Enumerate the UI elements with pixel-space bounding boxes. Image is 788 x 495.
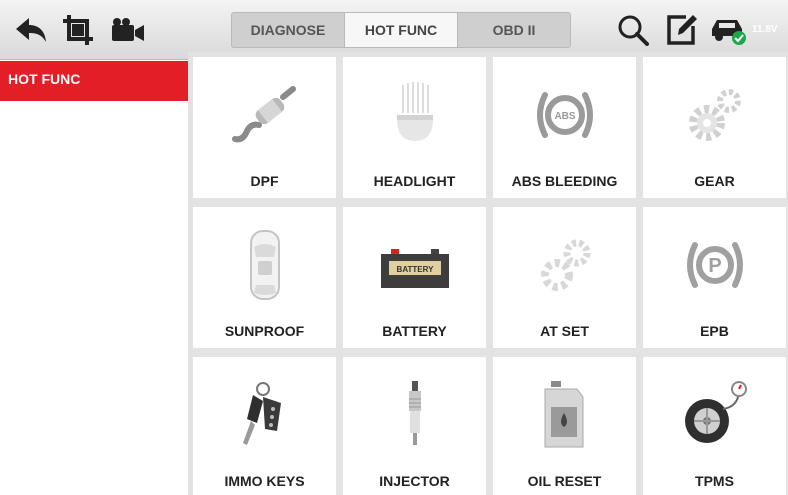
sidebar: HOT FUNC	[0, 61, 188, 495]
func-label: GEAR	[694, 173, 735, 189]
injector-icon	[409, 381, 421, 445]
func-oil-reset[interactable]: OIL RESET	[493, 357, 636, 495]
func-label: INJECTOR	[379, 473, 450, 489]
mode-tabs: DIAGNOSE HOT FUNC OBD II	[231, 12, 571, 48]
svg-text:ABS: ABS	[554, 111, 575, 122]
func-gear[interactable]: GEAR	[643, 57, 786, 198]
func-immo-keys[interactable]: IMMO KEYS	[193, 357, 336, 495]
func-at-set[interactable]: AT SET	[493, 207, 636, 348]
func-label: BATTERY	[382, 323, 447, 339]
back-arrow-icon[interactable]	[14, 16, 48, 44]
func-label: HEADLIGHT	[373, 173, 456, 189]
func-label: DPF	[250, 173, 279, 189]
headlight-icon	[397, 82, 433, 141]
tab-hot-func[interactable]: HOT FUNC	[344, 13, 458, 47]
function-grid: DPF HEADLIGHT ABS ABS BLEEDING GEAR SUNP…	[188, 52, 788, 495]
battery-voltage: 11.8V	[752, 24, 778, 35]
func-label: EPB	[700, 323, 729, 339]
func-injector[interactable]: INJECTOR	[343, 357, 486, 495]
car-keys-icon	[243, 382, 281, 445]
crop-icon[interactable]	[62, 14, 94, 46]
func-tpms[interactable]: TPMS	[643, 357, 786, 495]
search-icon[interactable]	[617, 14, 649, 46]
gear-icon	[689, 89, 741, 141]
func-sunproof[interactable]: SUNPROOF	[193, 207, 336, 348]
top-toolbar: DIAGNOSE HOT FUNC OBD II 11.8V	[0, 0, 788, 60]
func-label: SUNPROOF	[224, 323, 305, 339]
func-epb[interactable]: P EPB	[643, 207, 786, 348]
func-label: OIL RESET	[527, 473, 602, 489]
func-headlight[interactable]: HEADLIGHT	[343, 57, 486, 198]
func-label: ABS BLEEDING	[511, 173, 618, 189]
epb-letter: P	[708, 255, 721, 277]
abs-icon: ABS	[537, 92, 593, 138]
func-abs-bleeding[interactable]: ABS ABS BLEEDING	[493, 57, 636, 198]
battery-icon: BATTERY	[381, 249, 449, 288]
oil-can-icon	[544, 381, 584, 448]
vci-connection-car-icon[interactable]	[710, 14, 750, 46]
tire-gauge-icon	[685, 381, 747, 443]
at-gears-icon	[541, 239, 591, 291]
func-label: AT SET	[540, 323, 589, 339]
parking-brake-icon: P	[687, 242, 743, 288]
func-dpf[interactable]: DPF	[193, 57, 336, 198]
dpf-icon	[232, 86, 296, 143]
battery-label-text: BATTERY	[397, 265, 435, 274]
sunroof-car-icon	[250, 230, 280, 300]
edit-report-icon[interactable]	[666, 14, 698, 46]
tab-obd-ii[interactable]: OBD II	[458, 13, 570, 47]
func-label: TPMS	[695, 473, 734, 489]
func-battery[interactable]: BATTERY BATTERY	[343, 207, 486, 348]
tab-diagnose[interactable]: DIAGNOSE	[232, 13, 344, 47]
video-camera-icon[interactable]	[110, 16, 146, 44]
func-label: IMMO KEYS	[224, 473, 305, 489]
sidebar-item-hot-func[interactable]: HOT FUNC	[0, 61, 188, 101]
